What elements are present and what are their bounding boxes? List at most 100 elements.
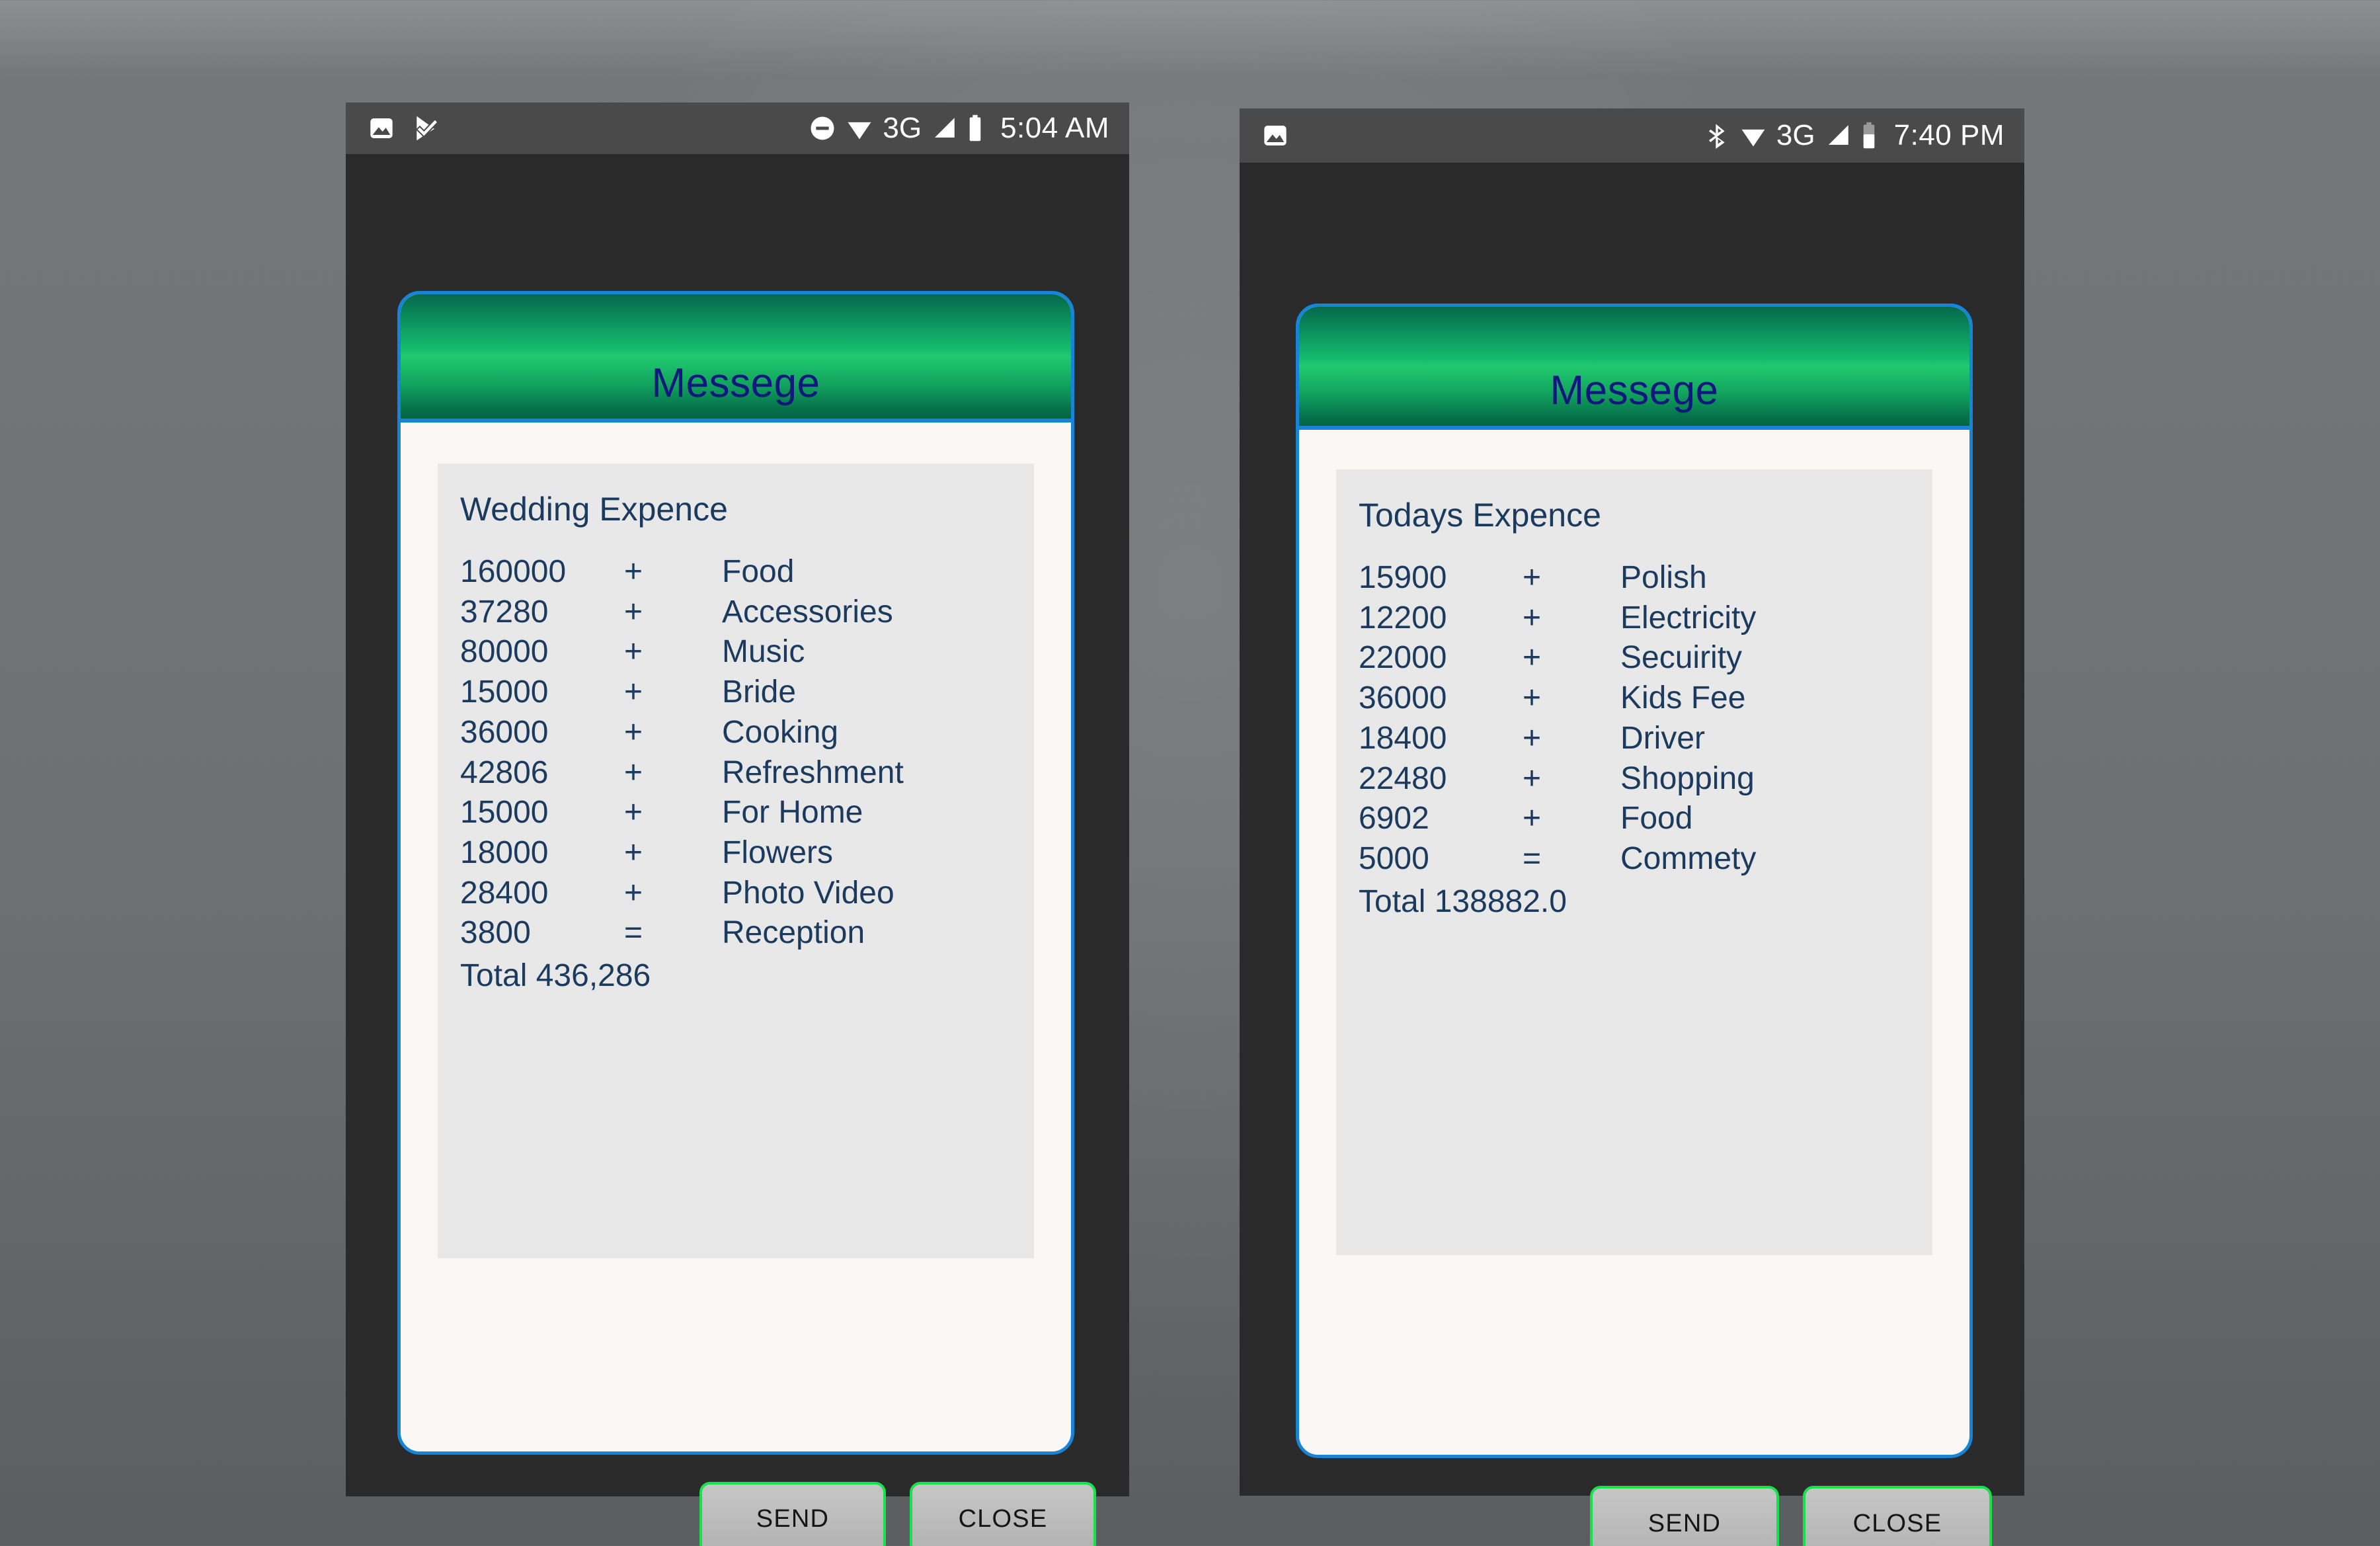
expense-total: Total 138882.0 (1359, 883, 1567, 919)
status-bar-clock: 7:40 PM (1893, 119, 2004, 151)
gallery-image-icon (370, 118, 393, 138)
send-button[interactable]: SEND (699, 1482, 886, 1546)
expense-label: Cooking (722, 714, 839, 750)
message-box: Wedding Expence 160000 + Food 37280 + Accesso… (438, 464, 1034, 1258)
gallery-image-icon (1264, 126, 1287, 145)
expense-amount: 37280 (460, 594, 549, 630)
expense-operator: + (624, 714, 643, 750)
signal-bars-icon (935, 118, 955, 138)
expense-amount: 22000 (1359, 640, 1447, 676)
expense-amount: 36000 (460, 714, 549, 750)
battery-half-icon (1863, 122, 1874, 149)
status-bar-system-icons: 3G 5:04 AM (809, 112, 1109, 145)
play-store-check-icon (415, 116, 439, 141)
status-bar-system-icons: 3G 7:40 PM (1704, 119, 2004, 152)
expense-operator: + (624, 754, 643, 790)
expense-label: Food (1620, 801, 1693, 836)
do-not-disturb-icon (811, 116, 834, 140)
expense-row: 15000 + For Home (460, 793, 1012, 833)
expense-operator: + (1523, 560, 1542, 595)
battery-full-icon (969, 114, 981, 142)
expense-row: 22000 + Secuirity (1359, 638, 1910, 678)
expense-list: 15900 + Polish 12200 + Electricity 22000 + Secui… (1359, 558, 1910, 879)
expense-amount: 15000 (460, 795, 549, 831)
expense-amount: 36000 (1359, 680, 1447, 716)
expense-row: 15900 + Polish (1359, 558, 1910, 598)
expense-row: 160000 + Food (460, 552, 1012, 592)
expense-label: Driver (1620, 720, 1705, 756)
expense-operator: + (1523, 600, 1542, 635)
expense-row: 18000 + Flowers (460, 833, 1012, 874)
expense-operator: + (624, 594, 643, 630)
expense-row: 80000 + Music (460, 632, 1012, 672)
expense-operator: + (624, 674, 643, 710)
expense-operator: + (1523, 720, 1542, 756)
expense-amount: 28400 (460, 875, 549, 911)
expense-operator: = (624, 915, 643, 951)
expense-row: 5000 = Commety (1359, 839, 1910, 879)
expense-operator: + (624, 634, 643, 670)
wifi-icon (1741, 129, 1765, 147)
expense-amount: 18000 (460, 835, 549, 871)
expense-label: Shopping (1620, 760, 1755, 796)
expense-label: Polish (1620, 560, 1707, 595)
expense-row: 36000 + Kids Fee (1359, 678, 1910, 719)
phone-screen-left: 3G 5:04 AM Messege Wedding Expence 16000… (346, 102, 1129, 1546)
dialog-title: Messege (651, 360, 820, 406)
expense-label: For Home (722, 795, 863, 831)
expense-amount: 15900 (1359, 560, 1447, 595)
close-button[interactable]: CLOSE (1803, 1486, 1992, 1546)
bluetooth-icon (1708, 124, 1725, 149)
expense-amount: 42806 (460, 754, 549, 790)
wifi-icon (848, 122, 871, 140)
dialog-actions: SEND CLOSE (1590, 1486, 1992, 1546)
expense-amount: 18400 (1359, 720, 1447, 756)
expense-operator: + (624, 835, 643, 871)
expense-label: Kids Fee (1620, 680, 1746, 716)
expense-amount: 15000 (460, 674, 549, 710)
expense-total: Total 436,286 (460, 958, 651, 994)
status-bar-notifications (1262, 122, 1289, 149)
expense-label: Reception (722, 915, 865, 951)
expense-row: 6902 + Food (1359, 799, 1910, 839)
expense-operator: + (1523, 801, 1542, 836)
expense-row: 22480 + Shopping (1359, 759, 1910, 799)
expense-label: Flowers (722, 835, 834, 871)
expense-heading: Wedding Expence (460, 491, 728, 528)
expense-label: Photo Video (722, 875, 894, 911)
expense-label: Commety (1620, 841, 1757, 877)
expense-operator: + (624, 554, 643, 589)
signal-bars-icon (1828, 125, 1848, 145)
expense-label: Food (722, 554, 795, 589)
expense-label: Refreshment (722, 754, 904, 790)
phone-screen-right: 3G 7:40 PM Messege Todays Expence 15900 +… (1240, 108, 2024, 1546)
expense-amount: 12200 (1359, 600, 1447, 635)
expense-heading: Todays Expence (1359, 497, 1601, 534)
expense-row: 42806 + Refreshment (460, 753, 1012, 793)
dialog-body: Todays Expence 15900 + Polish 12200 + Electri… (1299, 430, 1969, 1455)
expense-operator: + (624, 795, 643, 831)
expense-operator: + (624, 875, 643, 911)
expense-label: Accessories (722, 594, 893, 630)
expense-operator: + (1523, 640, 1542, 676)
expense-amount: 80000 (460, 634, 549, 670)
expense-label: Secuirity (1620, 640, 1743, 676)
message-box: Todays Expence 15900 + Polish 12200 + Electri… (1336, 469, 1932, 1255)
expense-row: 28400 + Photo Video (460, 874, 1012, 914)
status-bar-clock: 5:04 AM (1000, 112, 1109, 144)
dialog-header: Messege (401, 294, 1071, 423)
expense-row: 15000 + Bride (460, 672, 1012, 713)
expense-operator: = (1523, 841, 1542, 877)
network-type-label: 3G (1776, 119, 1815, 151)
message-dialog: Messege Todays Expence 15900 + Polish 12200… (1296, 304, 1973, 1458)
expense-list: 160000 + Food 37280 + Accessories 80000 + Music 1… (460, 552, 1012, 954)
status-bar-notifications (368, 114, 441, 143)
network-type-label: 3G (883, 112, 922, 144)
expense-row: 18400 + Driver (1359, 719, 1910, 759)
send-button[interactable]: SEND (1590, 1486, 1779, 1546)
expense-amount: 160000 (460, 554, 567, 589)
expense-amount: 5000 (1359, 841, 1429, 877)
expense-operator: + (1523, 680, 1542, 716)
expense-operator: + (1523, 760, 1542, 796)
close-button[interactable]: CLOSE (910, 1482, 1096, 1546)
